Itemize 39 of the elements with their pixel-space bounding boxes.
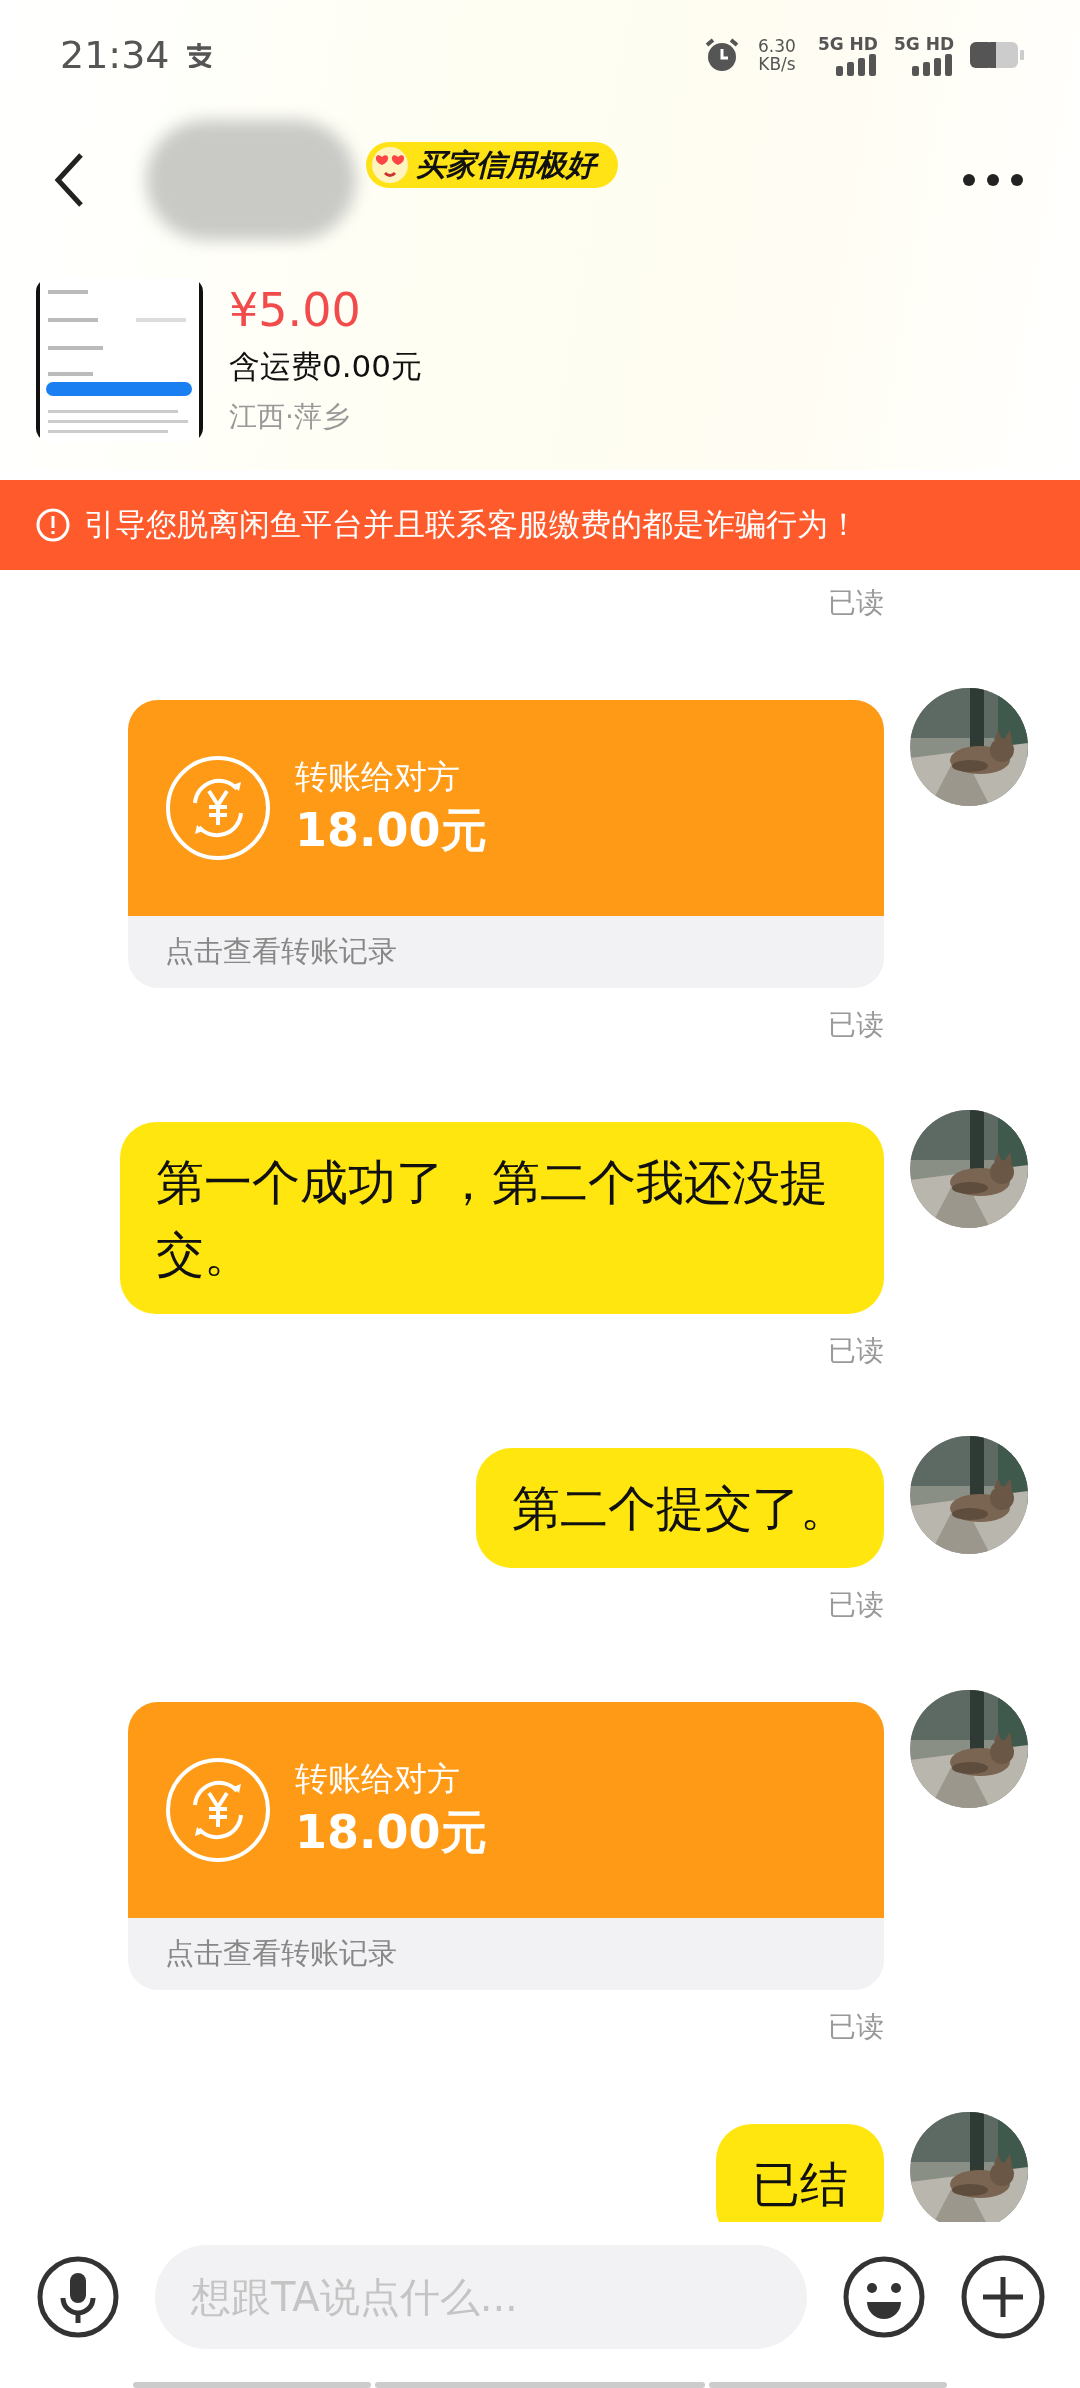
transfer-card[interactable]: 转账给对方 18.00元 点击查看转账记录 xyxy=(128,700,884,988)
read-status: 已读 xyxy=(828,2009,884,2045)
alarm-icon xyxy=(704,37,741,73)
microphone-icon[interactable] xyxy=(37,2256,119,2338)
location: 江西·萍乡 xyxy=(229,399,351,435)
more-icon[interactable] xyxy=(962,173,1024,187)
back-icon[interactable] xyxy=(54,152,84,208)
read-status: 已读 xyxy=(828,585,884,621)
network-type: 5G HD xyxy=(893,34,954,54)
transfer-record-link[interactable]: 点击查看转账记录 xyxy=(165,1934,397,1974)
network-speed: 6.30 xyxy=(758,37,796,55)
network-type: 5G HD xyxy=(817,34,878,54)
transfer-title: 转账给对方 xyxy=(295,755,461,798)
warning-icon xyxy=(36,508,70,542)
add-icon[interactable] xyxy=(961,2255,1045,2339)
message-bubble: 第二个提交了。 xyxy=(476,1448,884,1568)
message-bubble: 已结 xyxy=(716,2124,884,2222)
transfer-record-link[interactable]: 点击查看转账记录 xyxy=(165,932,397,972)
transfer-icon xyxy=(165,1757,271,1863)
signal-icon xyxy=(912,54,954,76)
transfer-card[interactable]: 转账给对方 18.00元 点击查看转账记录 xyxy=(128,1702,884,1990)
emoji-icon[interactable] xyxy=(843,2256,925,2338)
signal-icon xyxy=(835,54,878,76)
transfer-title: 转账给对方 xyxy=(295,1757,461,1800)
transfer-icon xyxy=(165,755,271,861)
shipping-fee: 含运费0.00元 xyxy=(229,347,423,386)
battery-icon xyxy=(970,42,1024,68)
read-status: 已读 xyxy=(828,1007,884,1043)
read-status: 已读 xyxy=(828,1587,884,1623)
warning-text: 引导您脱离闲鱼平台并且联系客服缴费的都是诈骗行为！ xyxy=(84,505,859,544)
message-bubble: 第一个成功了，第二个我还没提交。 xyxy=(120,1122,884,1314)
emoji-icon xyxy=(370,145,410,185)
transfer-amount: 18.00元 xyxy=(295,1803,487,1861)
clock-time: 21:34 xyxy=(60,33,170,77)
transfer-amount: 18.00元 xyxy=(295,801,487,859)
read-status: 已读 xyxy=(828,1333,884,1369)
credit-badge: 买家信用极好 xyxy=(366,142,618,188)
speed-unit: KB/s xyxy=(758,55,796,73)
price: ¥5.00 xyxy=(229,284,362,336)
